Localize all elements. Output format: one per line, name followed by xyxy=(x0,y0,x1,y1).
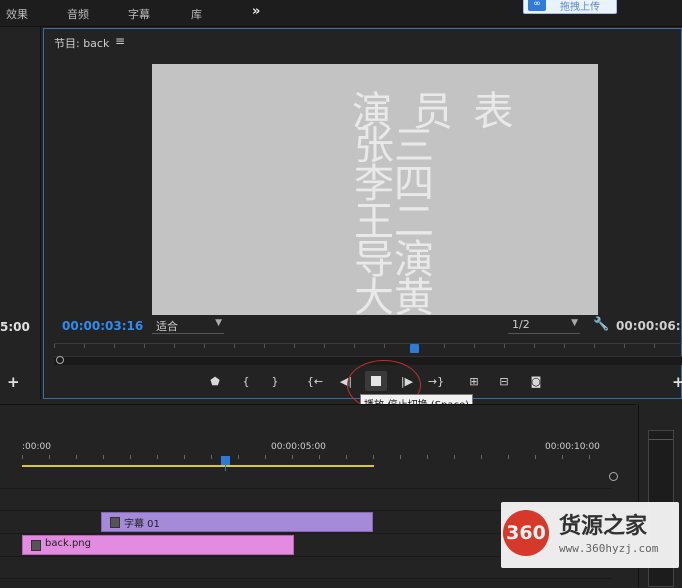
timeline-clip-title[interactable]: 字幕 01 xyxy=(101,512,373,532)
timeline-scroll-handle[interactable] xyxy=(609,472,618,481)
playback-resolution-value: 1/2 xyxy=(512,318,530,331)
track-divider xyxy=(0,488,612,489)
source-timecode: 5:00 xyxy=(0,320,30,334)
source-add-button[interactable]: + xyxy=(7,373,20,391)
mark-in-button[interactable]: { xyxy=(237,375,255,388)
playback-resolution-select[interactable]: 1/2 ▼ xyxy=(508,318,580,334)
chevron-down-icon: ▼ xyxy=(571,318,578,328)
go-to-out-button[interactable]: →} xyxy=(427,375,445,388)
zoom-fit-value: 适合 xyxy=(156,320,178,333)
playhead-line xyxy=(225,465,226,471)
video-credit-line: 张三 xyxy=(354,123,434,169)
zoom-fit-select[interactable]: 适合 ▼ xyxy=(152,318,224,334)
top-tab-bar: 效果 音频 字幕 库 » ∞ 拖拽上传 xyxy=(0,0,682,27)
go-to-in-button[interactable]: {← xyxy=(306,375,324,388)
upload-button-label: 拖拽上传 xyxy=(560,2,600,13)
source-monitor-panel xyxy=(0,27,41,399)
tab-libraries[interactable]: 库 xyxy=(191,6,202,22)
mark-out-button[interactable]: } xyxy=(266,375,284,388)
program-playhead[interactable] xyxy=(410,344,419,353)
program-add-button[interactable]: + xyxy=(672,373,682,391)
watermark-url: www.360hyzj.com xyxy=(559,542,659,555)
timeline-ruler-label: 00:00:05:00 xyxy=(271,442,326,452)
chevron-down-icon: ▼ xyxy=(215,318,222,328)
scrollbar-handle[interactable] xyxy=(56,356,64,364)
panel-menu-icon[interactable]: ≡ xyxy=(115,34,125,48)
clip-label: 字幕 01 xyxy=(124,519,160,530)
upload-button[interactable]: ∞ 拖拽上传 xyxy=(523,0,617,14)
export-frame-button[interactable]: ◙ xyxy=(527,375,545,388)
timeline-ruler-label: 00:00:10:00 xyxy=(545,442,600,452)
video-credit-line: 李四 xyxy=(354,161,434,207)
watermark-badge: 360 xyxy=(503,510,549,556)
work-area-bar[interactable] xyxy=(22,465,374,467)
more-tabs-button[interactable]: » xyxy=(252,4,260,19)
track-divider xyxy=(0,578,612,579)
timeline-ruler[interactable] xyxy=(22,455,612,463)
clip-fx-icon xyxy=(31,540,41,551)
duration-timecode: 00:00:06:1 xyxy=(616,319,682,333)
infinity-icon: ∞ xyxy=(528,0,546,11)
lift-button[interactable]: ⊞ xyxy=(465,375,483,388)
playhead-timecode[interactable]: 00:00:03:16 xyxy=(62,319,143,333)
clip-label: back.png xyxy=(45,538,91,549)
tab-audio[interactable]: 音频 xyxy=(67,6,89,22)
clip-fx-icon xyxy=(110,517,120,528)
video-credit-line: 导演 xyxy=(354,237,434,283)
watermark-name: 货源之家 xyxy=(559,514,648,539)
timeline-ruler-label: :00:00 xyxy=(22,442,51,452)
video-credit-line: 王二 xyxy=(354,199,434,245)
add-marker-button[interactable]: ⬟ xyxy=(206,375,224,388)
tab-titles[interactable]: 字幕 xyxy=(128,6,150,22)
video-preview: 演 员 表 张三 李四 王二 导演 大黄 xyxy=(152,64,598,315)
program-time-ruler[interactable] xyxy=(54,343,682,354)
extract-button[interactable]: ⊟ xyxy=(495,375,513,388)
settings-wrench-icon[interactable]: 🔧 xyxy=(593,317,609,332)
video-credit-line: 大黄 xyxy=(354,275,434,315)
tab-effects[interactable]: 效果 xyxy=(6,6,28,22)
timeline-clip-image[interactable]: back.png xyxy=(22,535,294,555)
watermark-logo: 360 货源之家 www.360hyzj.com xyxy=(501,502,679,568)
program-monitor-title[interactable]: 节目: back xyxy=(54,35,109,51)
timeline-playhead[interactable] xyxy=(221,456,230,465)
